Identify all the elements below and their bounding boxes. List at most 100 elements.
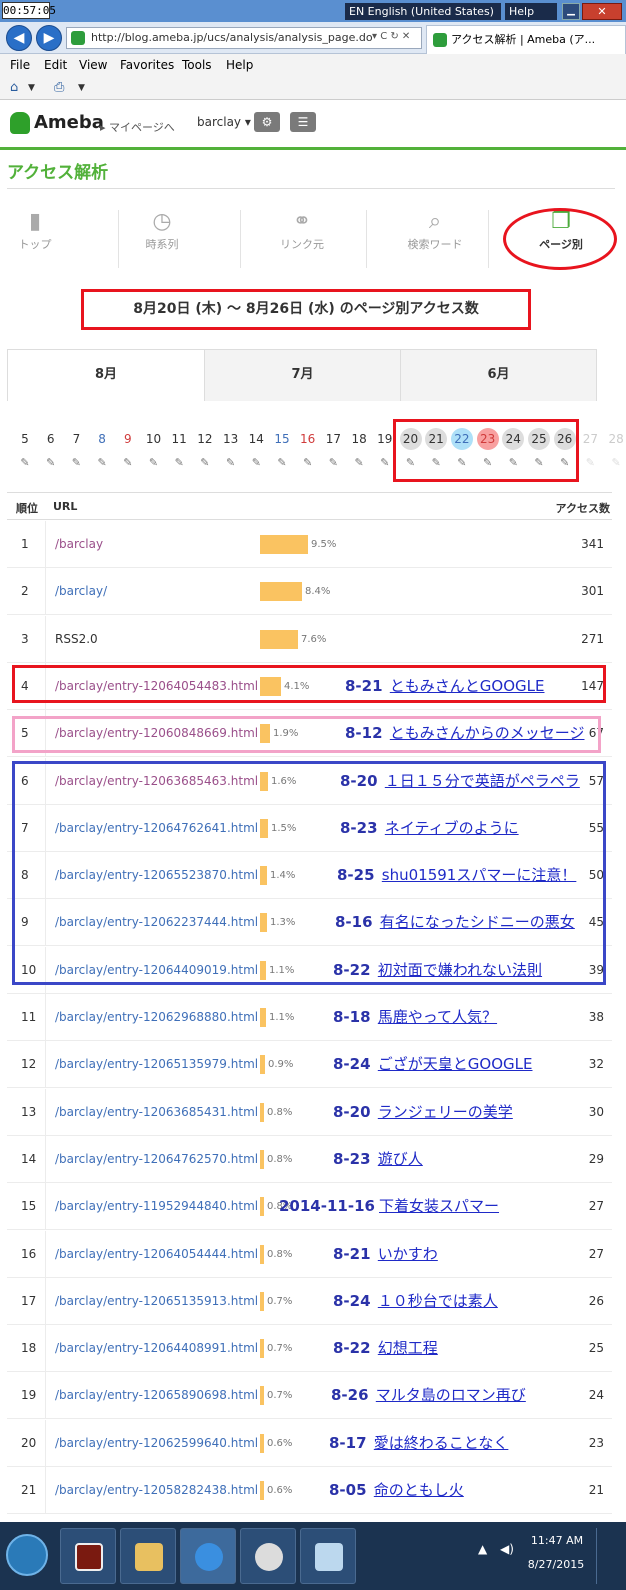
pencil-icon[interactable]: ✎ [148,457,160,469]
row-url[interactable]: /barclay/entry-11952944840.html [55,1183,258,1230]
menu-file[interactable]: File [10,58,30,72]
row-url[interactable]: /barclay/entry-12065890698.html [55,1372,258,1419]
day-15[interactable]: 15 [271,428,293,450]
annotation-title-link[interactable]: 愛は終わることなく [374,1420,509,1467]
mypage-link[interactable]: ▸ マイページへ [100,119,175,135]
day-11[interactable]: 11 [168,428,190,450]
language-bar[interactable]: EN English (United States) [345,3,501,20]
pencil-icon[interactable]: ✎ [302,457,314,469]
day-8[interactable]: 8 [91,428,113,450]
row-url[interactable]: /barclay/entry-12064054444.html [55,1231,258,1278]
settings-button[interactable]: ⚙ [254,112,280,132]
pencil-icon[interactable]: ✎ [19,457,31,469]
row-url[interactable]: /barclay/entry-12064762570.html [55,1136,258,1183]
pencil-icon[interactable]: ✎ [610,457,622,469]
tray-time[interactable]: 11:47 AM [528,1534,586,1547]
menu-edit[interactable]: Edit [44,58,67,72]
volume-icon[interactable]: ◀) [500,1542,514,1556]
back-button[interactable]: ◀ [6,25,32,51]
print-dropdown-icon[interactable]: ▼ [78,83,85,93]
pencil-icon[interactable]: ✎ [70,457,82,469]
start-button[interactable] [6,1534,48,1576]
menu-tools[interactable]: Tools [182,58,212,72]
annotation-title-link[interactable]: １０秒台では素人 [378,1278,498,1325]
help-button[interactable]: Help [505,3,557,20]
day-16[interactable]: 16 [297,428,319,450]
notepad-button[interactable] [300,1528,356,1584]
day-5[interactable]: 5 [14,428,36,450]
row-url[interactable]: /barclay/entry-12058282438.html [55,1467,258,1514]
row-url[interactable]: /barclay/entry-12063685431.html [55,1089,258,1136]
menu-button[interactable]: ☰ [290,112,316,132]
nav-referrer[interactable]: ⚭ リンク元 [247,208,357,268]
ameba-logo[interactable]: Ameba [34,112,104,133]
tray-date[interactable]: 8/27/2015 [524,1558,588,1571]
pencil-icon[interactable]: ✎ [250,457,262,469]
menu-favorites[interactable]: Favorites [120,58,174,72]
annotation-title-link[interactable]: ござが天皇とGOOGLE [378,1041,533,1088]
tab-july[interactable]: 7月 [204,350,400,401]
annotation-title-link[interactable]: 馬鹿やって人気？ [378,994,497,1041]
pencil-icon[interactable]: ✎ [96,457,108,469]
tab-june[interactable]: 6月 [400,350,596,401]
annotation-title-link[interactable]: 遊び人 [378,1136,423,1183]
ie-button[interactable] [180,1528,236,1584]
ameba-logo-icon[interactable] [10,112,30,134]
day-9[interactable]: 9 [117,428,139,450]
tray-arrow-icon[interactable]: ▲ [478,1542,487,1556]
annotation-title-link[interactable]: マルタ島のロマン再び [376,1372,526,1419]
day-14[interactable]: 14 [245,428,267,450]
pencil-icon[interactable]: ✎ [122,457,134,469]
address-controls[interactable]: ▾ C ↻ ✕ [372,31,410,42]
home-icon[interactable]: ⌂ [10,80,18,95]
row-url[interactable]: /barclay [55,521,103,568]
pencil-icon[interactable]: ✎ [225,457,237,469]
day-6[interactable]: 6 [40,428,62,450]
menu-help[interactable]: Help [226,58,253,72]
day-28[interactable]: 28 [605,428,626,450]
forward-button[interactable]: ▶ [36,25,62,51]
day-10[interactable]: 10 [143,428,165,450]
annotation-title-link[interactable]: 命のともし火 [374,1467,464,1514]
annotation-title-link[interactable]: 下着女装スパマー [379,1183,499,1230]
day-17[interactable]: 17 [322,428,344,450]
nav-search-words[interactable]: ⌕ 検索ワード [380,208,490,268]
show-desktop-button[interactable] [596,1528,608,1584]
address-bar[interactable]: http://blog.ameba.jp/ucs/analysis/analys… [66,27,422,49]
menu-view[interactable]: View [79,58,107,72]
nav-top[interactable]: ▮ トップ [0,208,90,268]
day-18[interactable]: 18 [348,428,370,450]
annotation-title-link[interactable]: ランジェリーの美学 [378,1089,513,1136]
row-url[interactable]: /barclay/entry-12065135913.html [55,1278,258,1325]
close-button[interactable]: ✕ [582,3,622,20]
browser-tab[interactable]: アクセス解析 | Ameba (ア... [426,25,626,54]
pencil-icon[interactable]: ✎ [276,457,288,469]
day-12[interactable]: 12 [194,428,216,450]
paint-button[interactable] [240,1528,296,1584]
pencil-icon[interactable]: ✎ [353,457,365,469]
annotation-title-link[interactable]: いかすわ [378,1231,438,1278]
minimize-button[interactable]: ▁ [562,3,580,20]
user-menu[interactable]: barclay ▾ [197,115,251,129]
day-7[interactable]: 7 [65,428,87,450]
home-dropdown-icon[interactable]: ▼ [28,83,35,93]
pencil-icon[interactable]: ✎ [584,457,596,469]
row-url[interactable]: /barclay/entry-12062968880.html [55,994,258,1041]
pencil-icon[interactable]: ✎ [173,457,185,469]
explorer-button[interactable] [120,1528,176,1584]
row-url[interactable]: /barclay/entry-12062599640.html [55,1420,258,1467]
row-url[interactable]: /barclay/entry-12065135979.html [55,1041,258,1088]
nav-timeline[interactable]: ◷ 時系列 [107,208,217,268]
row-url[interactable]: /barclay/entry-12064408991.html [55,1325,258,1372]
day-13[interactable]: 13 [220,428,242,450]
row-url[interactable]: /barclay/ [55,568,107,615]
print-icon[interactable]: ⎙ [54,80,64,95]
pencil-icon[interactable]: ✎ [327,457,339,469]
tab-august[interactable]: 8月 [8,350,204,401]
clock-app-button[interactable] [60,1528,116,1584]
pencil-icon[interactable]: ✎ [379,457,391,469]
pencil-icon[interactable]: ✎ [45,457,57,469]
annotation-title-link[interactable]: 幻想工程 [378,1325,438,1372]
pencil-icon[interactable]: ✎ [199,457,211,469]
day-27[interactable]: 27 [579,428,601,450]
